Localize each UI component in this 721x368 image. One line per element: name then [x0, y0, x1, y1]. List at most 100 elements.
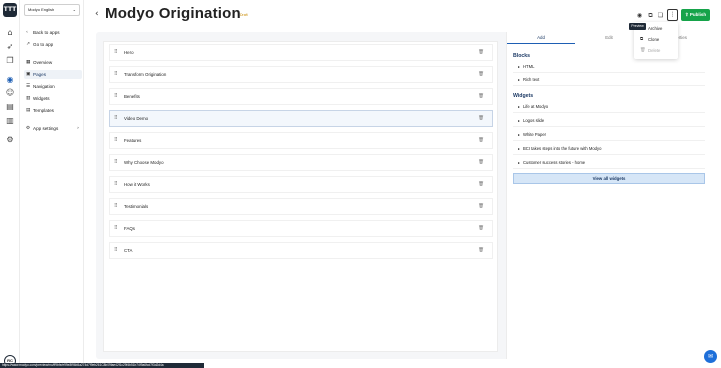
go-to-app-link[interactable]: ↗ Go to app: [24, 40, 82, 49]
trash-icon[interactable]: 🗑: [478, 89, 484, 104]
org-select[interactable]: Modyo English ⌄: [24, 4, 80, 16]
block-label: How it Works: [124, 182, 150, 187]
block-row[interactable]: ⠿ CTA 🗑: [109, 242, 493, 259]
blocks-heading: Blocks: [513, 53, 531, 59]
document-icon[interactable]: ▤: [5, 102, 15, 112]
sidebar-item-label: Widgets: [33, 96, 50, 101]
rocket-icon[interactable]: ➶: [5, 42, 15, 52]
block-row-selected[interactable]: ⠿ Video Demo 🗑: [109, 110, 493, 127]
sidebar-item-pages[interactable]: ▣ Pages: [24, 70, 82, 79]
users-icon[interactable]: ☺: [5, 88, 15, 98]
menu-item-label: Clone: [648, 37, 660, 42]
tab-add[interactable]: Add: [507, 34, 575, 44]
caret-right-icon: ▸: [518, 132, 520, 137]
overview-icon: ▦: [26, 60, 31, 65]
chat-bubble-icon[interactable]: ✉: [704, 350, 717, 363]
drag-handle-icon[interactable]: ⠿: [114, 45, 118, 60]
block-row[interactable]: ⠿ Benefits 🗑: [109, 88, 493, 105]
trash-icon[interactable]: 🗑: [478, 199, 484, 214]
app-logo[interactable]: TTT: [3, 3, 17, 17]
widget-option[interactable]: ▸ White Paper: [513, 129, 705, 141]
caret-right-icon: ▸: [518, 77, 520, 82]
layers-icon[interactable]: ❐: [5, 56, 15, 66]
drag-handle-icon[interactable]: ⠿: [114, 155, 118, 170]
trash-icon[interactable]: 🗑: [478, 45, 484, 60]
status-badge: Draft: [240, 13, 248, 17]
block-option-html[interactable]: ▸ HTML: [513, 61, 705, 73]
navigation-icon: ☰: [26, 84, 31, 89]
widget-option[interactable]: ▸ BCI takes steps into the future with M…: [513, 143, 705, 155]
block-row[interactable]: ⠿ Transform Origination 🗑: [109, 66, 493, 83]
duplicate-icon[interactable]: ❏: [656, 11, 665, 20]
widgets-icon: ▥: [26, 96, 31, 101]
drag-handle-icon[interactable]: ⠿: [114, 67, 118, 82]
back-chevron-icon[interactable]: ‹: [95, 9, 99, 19]
drag-handle-icon[interactable]: ⠿: [114, 221, 118, 236]
trash-icon[interactable]: 🗑: [478, 67, 484, 82]
back-to-apps-link[interactable]: ‹ Back to apps: [24, 28, 82, 37]
block-option-label: HTML: [523, 64, 535, 69]
menu-item-clone[interactable]: ⧉ Clone: [640, 35, 676, 45]
caret-right-icon: ▸: [518, 104, 520, 109]
sidebar-item-overview[interactable]: ▦ Overview: [24, 58, 82, 67]
sidebar-item-label: Pages: [33, 72, 47, 77]
external-link-icon: ↗: [26, 42, 30, 47]
go-to-app-label: Go to app: [33, 42, 54, 47]
block-row[interactable]: ⠿ Testimonials 🗑: [109, 198, 493, 215]
block-row[interactable]: ⠿ FAQs 🗑: [109, 220, 493, 237]
widget-option-label: BCI takes steps into the future with Mod…: [523, 146, 602, 151]
block-option-rich-text[interactable]: ▸ Rich text: [513, 74, 705, 86]
sidebar-item-app-settings[interactable]: ⚙ App settings ›: [24, 124, 82, 133]
sidebar-item-widgets[interactable]: ▥ Widgets: [24, 94, 82, 103]
publish-button[interactable]: ⇪ Publish: [681, 9, 710, 21]
widget-option-label: Life at Modyo: [523, 104, 549, 109]
menu-item-delete[interactable]: 🗑 Delete: [640, 46, 676, 56]
back-to-apps-label: Back to apps: [33, 30, 60, 35]
sidebar-item-label: Navigation: [33, 84, 55, 89]
sidebar-item-templates[interactable]: ▤ Templates: [24, 106, 82, 115]
sidebar-item-label: Overview: [33, 60, 53, 65]
settings-icon: ⚙: [26, 126, 31, 131]
sidebar-item-navigation[interactable]: ☰ Navigation: [24, 82, 82, 91]
icon-rail: TTT ⌂ ➶ ❐ ◉ ☺ ▤ ▥ ⚙ RC: [0, 0, 20, 368]
drag-handle-icon[interactable]: ⠿: [114, 89, 118, 104]
block-row[interactable]: ⠿ How it Works 🗑: [109, 176, 493, 193]
drag-handle-icon[interactable]: ⠿: [114, 177, 118, 192]
clone-icon: ⧉: [640, 37, 644, 42]
gear-icon[interactable]: ⚙: [5, 135, 15, 145]
caret-right-icon: ▸: [518, 160, 520, 165]
view-all-widgets-button[interactable]: View all widgets: [513, 173, 705, 184]
drag-handle-icon[interactable]: ⠿: [114, 111, 118, 126]
app-sidebar: Modyo English ⌄ ‹ Back to apps ↗ Go to a…: [20, 0, 84, 368]
widget-option-label: White Paper: [523, 132, 547, 137]
trash-icon[interactable]: 🗑: [478, 111, 484, 126]
chevron-right-icon: ›: [77, 126, 79, 131]
widget-option[interactable]: ▸ Life at Modyo: [513, 101, 705, 113]
trash-icon[interactable]: 🗑: [478, 177, 484, 192]
home-icon[interactable]: ⌂: [5, 28, 15, 38]
widget-option-label: Customer success stories - home: [523, 160, 586, 165]
trash-icon[interactable]: 🗑: [478, 133, 484, 148]
browser-status-bar: https://www.modyo.com/preview/mc/ff9bfe/…: [0, 363, 204, 368]
drag-handle-icon[interactable]: ⠿: [114, 243, 118, 258]
trash-icon[interactable]: 🗑: [478, 155, 484, 170]
sidebar-item-label: App settings: [33, 126, 59, 131]
block-label: Hero: [124, 50, 134, 55]
tab-edit[interactable]: Edit: [575, 34, 643, 44]
block-row[interactable]: ⠿ Why Choose Modyo 🗑: [109, 154, 493, 171]
block-row[interactable]: ⠿ Features 🗑: [109, 132, 493, 149]
book-icon[interactable]: ▥: [5, 116, 15, 126]
more-options-button[interactable]: ⋮: [667, 9, 678, 21]
widget-option[interactable]: ▸ Logos slide: [513, 115, 705, 127]
trash-icon[interactable]: 🗑: [478, 221, 484, 236]
external-preview-icon[interactable]: ⧉: [646, 11, 655, 20]
chevron-left-icon: ‹: [26, 30, 28, 35]
preview-eye-icon[interactable]: ◉: [635, 11, 644, 20]
drag-handle-icon[interactable]: ⠿: [114, 133, 118, 148]
widget-option[interactable]: ▸ Customer success stories - home: [513, 157, 705, 169]
block-row[interactable]: ⠿ Hero 🗑: [109, 44, 493, 61]
globe-icon[interactable]: ◉: [5, 75, 15, 85]
drag-handle-icon[interactable]: ⠿: [114, 199, 118, 214]
trash-icon[interactable]: 🗑: [478, 243, 484, 258]
block-label: Why Choose Modyo: [124, 160, 164, 165]
